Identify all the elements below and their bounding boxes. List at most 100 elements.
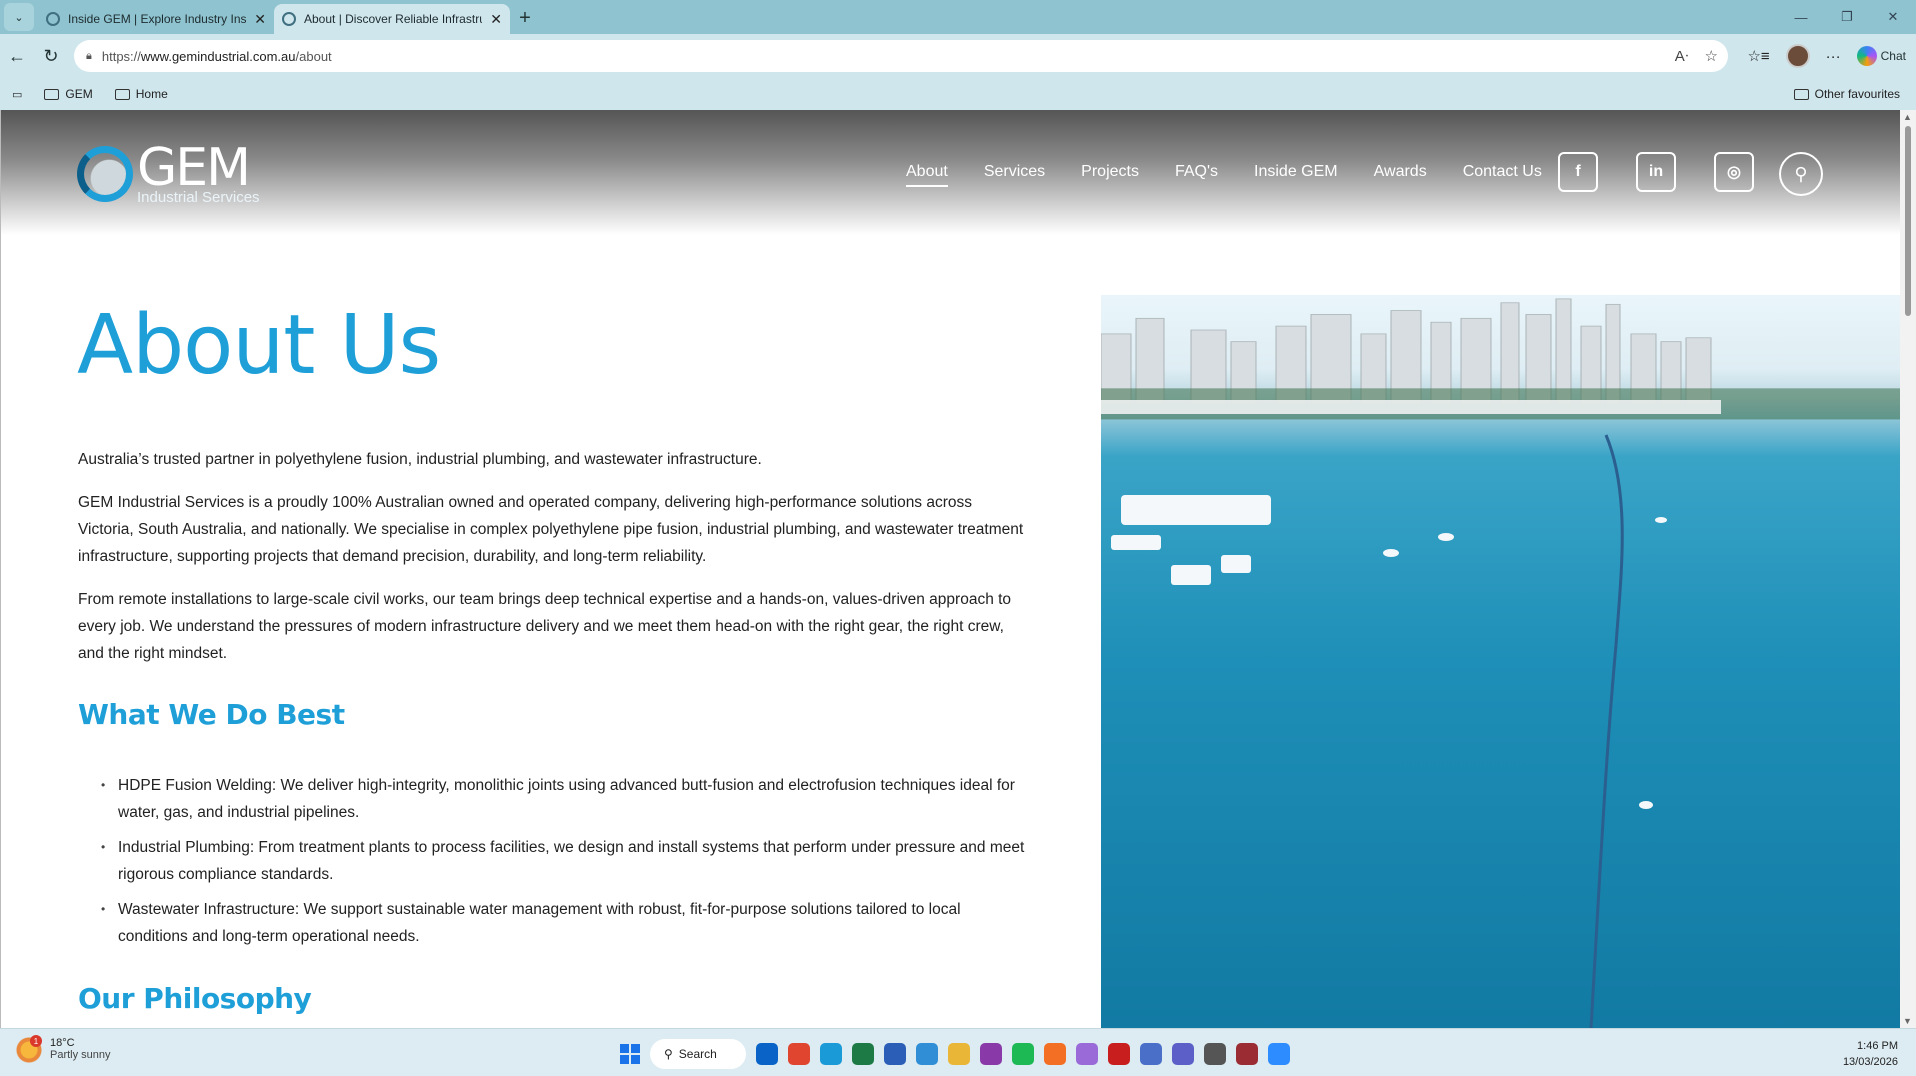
site-header: GEM Industrial Services About Services P… [1,110,1900,235]
zoom-icon[interactable] [1268,1043,1290,1065]
system-clock[interactable]: 1:46 PM 13/03/2026 [1843,1038,1898,1070]
close-icon[interactable]: ✕ [490,11,502,28]
menu-about[interactable]: About [906,163,948,187]
davinci-icon[interactable] [1236,1043,1258,1065]
back-button[interactable]: ← [0,39,34,73]
copilot-icon [1856,46,1877,66]
bookmark-gem[interactable]: GEM [44,87,93,101]
tab-about[interactable]: About | Discover Reliable Infrastru ✕ [274,4,510,34]
outlook-icon[interactable] [756,1043,778,1065]
weather-temperature: 18°C [50,1037,75,1049]
bookmarks-bar: ▭ GEM Home Other favourites [0,78,1916,110]
taskbar-search[interactable]: ⚲ Search [650,1039,746,1069]
linkedin-icon: in [1648,163,1664,180]
tab-title: Inside GEM | Explore Industry Insig [68,12,247,26]
site-logo[interactable]: GEM Industrial Services [77,142,260,205]
search-icon: ⚲ [1794,163,1808,184]
taskbar-search-label: Search [678,1047,717,1061]
calculator-icon[interactable] [1204,1043,1226,1065]
plus-icon: + [519,6,531,29]
logo-ring-icon [77,146,133,202]
spotify-icon[interactable] [1012,1043,1034,1065]
favorites-icon[interactable]: ☆≡ [1747,47,1769,65]
chrome-icon[interactable] [788,1043,810,1065]
refresh-button[interactable]: ↻ [34,39,68,73]
menu-services[interactable]: Services [984,163,1045,187]
close-window-icon[interactable]: ✕ [1870,0,1916,34]
notification-badge: 1 [30,1035,42,1047]
logo-text: GEM Industrial Services [137,142,260,205]
read-aloud-icon[interactable]: Aᐧ [1675,47,1689,65]
bookmark-home[interactable]: Home [114,87,168,101]
favorite-star-icon[interactable]: ☆ [1705,47,1718,65]
edge-icon[interactable] [820,1043,842,1065]
globe-icon [282,12,296,26]
profile-avatar[interactable] [1785,44,1810,68]
back-arrow-icon: ← [8,45,26,66]
logo-tagline: Industrial Services [137,189,260,206]
clock-time: 1:46 PM [1857,1040,1898,1052]
start-button[interactable] [620,1044,640,1064]
weather-widget[interactable]: 1 18°C Partly sunny [16,1035,111,1063]
scrollbar-thumb[interactable] [1905,126,1911,316]
page-title: About Us [77,298,441,393]
menu-contact-us[interactable]: Contact Us [1463,163,1542,187]
file-explorer-icon[interactable] [948,1043,970,1065]
bookmark-apps[interactable]: ▭ [12,88,22,101]
globe-icon [46,12,60,26]
bookmark-label: Home [135,87,168,101]
menu-awards[interactable]: Awards [1374,163,1427,187]
minimize-icon[interactable]: — [1778,0,1824,34]
address-bar-row: ← ↻ 🔒︎ https://www.gemindustrial.com.au /… [0,34,1916,78]
menu-faqs[interactable]: FAQ's [1175,163,1218,187]
restore-icon[interactable]: ❐ [1824,0,1870,34]
acrobat-icon[interactable] [1108,1043,1130,1065]
tab-list-button[interactable]: ⌄ [4,3,34,31]
page-scrollbar[interactable]: ▲ ▼ [1900,110,1916,1028]
menu-projects[interactable]: Projects [1081,163,1139,187]
facebook-icon: f [1575,163,1581,180]
teams-icon[interactable] [1172,1043,1194,1065]
copilot-button[interactable]: Chat [1856,46,1906,66]
folder-icon [114,88,130,100]
folder-icon [44,88,60,100]
about-paragraph-2: From remote installations to large-scale… [78,591,1012,662]
lock-icon: 🔒︎ [86,49,92,62]
heading-our-philosophy: Our Philosophy [78,982,312,1015]
tab-inside-gem[interactable]: Inside GEM | Explore Industry Insig ✕ [38,4,274,34]
word-icon[interactable] [884,1043,906,1065]
remote-desktop-icon[interactable] [1140,1043,1162,1065]
copilot-label: Chat [1880,49,1906,63]
folder-icon [1793,88,1809,100]
search-icon: ⚲ [664,1047,673,1061]
menu-inside-gem[interactable]: Inside GEM [1254,163,1338,187]
scroll-up-icon[interactable]: ▲ [1903,112,1912,122]
photos-icon[interactable] [916,1043,938,1065]
window-controls: — ❐ ✕ [1778,0,1916,34]
pinned-apps [756,1043,1290,1065]
more-icon[interactable]: ··· [1826,48,1841,65]
scroll-down-icon[interactable]: ▼ [1903,1016,1912,1026]
onenote-icon[interactable] [980,1043,1002,1065]
excel-icon[interactable] [852,1043,874,1065]
linkedin-button[interactable]: in [1636,152,1676,192]
heading-what-we-do-best: What We Do Best [78,698,345,731]
firefox-icon[interactable] [1044,1043,1066,1065]
partly-sunny-icon: 1 [16,1035,42,1063]
taskbar-apps: ⚲ Search [620,1039,1290,1069]
water-overlay [1111,434,1667,1028]
snipping-tool-icon[interactable] [1076,1043,1098,1065]
new-tab-button[interactable]: + [510,4,540,32]
tab-title: About | Discover Reliable Infrastru [304,12,483,26]
other-favourites-label: Other favourites [1814,87,1900,101]
facebook-button[interactable]: f [1558,152,1598,192]
close-icon[interactable]: ✕ [254,11,266,28]
url-host: www.gemindustrial.com.au [140,48,296,64]
page-viewport: GEM Industrial Services About Services P… [0,110,1900,1028]
windows-taskbar: 1 18°C Partly sunny ⚲ Search 1:46 PM 13/0… [0,1028,1916,1076]
instagram-button[interactable]: ◎ [1714,152,1754,192]
address-field[interactable]: 🔒︎ https://www.gemindustrial.com.au/abou… [74,40,1728,72]
site-search-button[interactable]: ⚲ [1779,152,1823,196]
clock-date: 13/03/2026 [1842,1056,1898,1068]
bookmark-other-favourites[interactable]: Other favourites [1793,87,1900,101]
